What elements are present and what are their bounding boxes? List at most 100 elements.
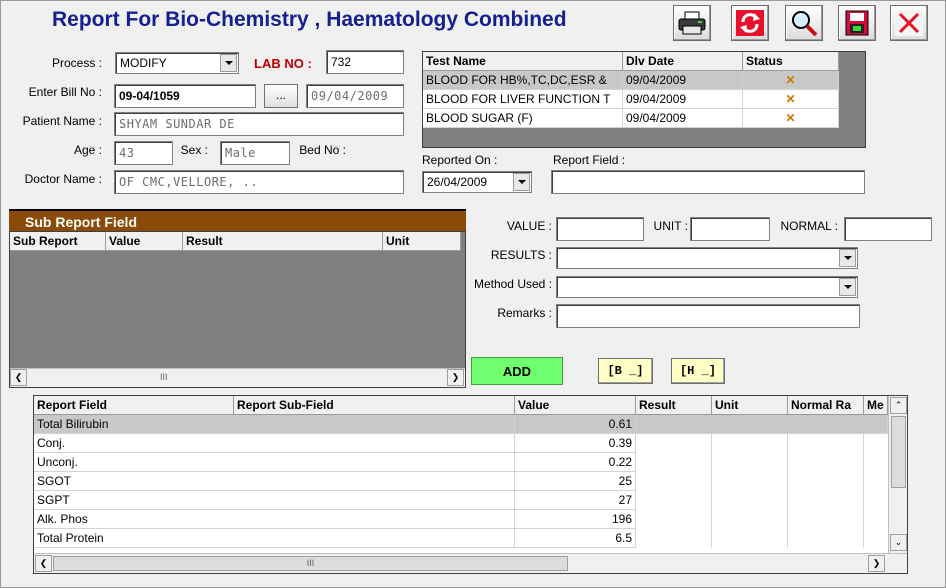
sub-report-title: Sub Report Field — [9, 209, 466, 231]
sub-col-result[interactable]: Result — [183, 232, 383, 251]
chevron-down-icon[interactable] — [220, 54, 237, 72]
report-col-normal[interactable]: Normal Ra — [788, 396, 864, 415]
report-hscrollbar[interactable]: ❮ III ❯ — [34, 553, 907, 573]
scroll-thumb[interactable] — [891, 416, 906, 488]
table-row[interactable]: Alk. Phos — [34, 510, 515, 529]
report-col-method[interactable]: Me — [864, 396, 888, 415]
table-row[interactable]: 09/04/2009 — [623, 109, 743, 128]
sub-col-subreport[interactable]: Sub Report — [10, 232, 106, 251]
table-row[interactable]: 6.5 — [515, 529, 636, 548]
add-button[interactable]: ADD — [471, 357, 563, 385]
lab-no-input[interactable]: 732 — [326, 50, 404, 74]
patient-label: Patient Name : — [22, 114, 102, 128]
table-row[interactable]: 09/04/2009 — [623, 90, 743, 109]
table-row[interactable]: BLOOD FOR HB%,TC,DC,ESR & — [423, 71, 623, 90]
report-col-unit[interactable]: Unit — [712, 396, 788, 415]
report-vscrollbar[interactable]: ⌃ ⌄ — [888, 396, 907, 553]
doctor-label: Doctor Name : — [24, 172, 102, 186]
scroll-up-icon[interactable]: ⌃ — [890, 397, 907, 414]
table-row[interactable]: 0.61 — [515, 415, 636, 434]
report-col-result[interactable]: Result — [636, 396, 712, 415]
process-select[interactable]: MODIFY — [115, 52, 239, 74]
report-grid[interactable]: Report Field Report Sub-Field Value Resu… — [33, 395, 908, 574]
h-button[interactable]: [H _] — [671, 358, 725, 384]
sex-input[interactable]: Male — [220, 141, 290, 165]
table-row[interactable]: BLOOD FOR LIVER FUNCTION T — [423, 90, 623, 109]
table-row[interactable]: BLOOD SUGAR (F) — [423, 109, 623, 128]
tests-col-status[interactable]: Status — [743, 52, 839, 71]
age-input[interactable]: 43 — [114, 141, 173, 165]
report-col-value[interactable]: Value — [515, 396, 636, 415]
table-row[interactable]: 0.22 — [515, 453, 636, 472]
browse-button[interactable]: ... — [264, 84, 298, 108]
bill-input[interactable]: 09-04/1059 — [114, 84, 256, 108]
scroll-left-icon[interactable]: ❮ — [10, 369, 27, 386]
value-input[interactable] — [556, 217, 644, 241]
table-row[interactable]: 27 — [515, 491, 636, 510]
bed-label: Bed No : — [299, 143, 346, 157]
status-x-icon[interactable]: ✕ — [743, 109, 839, 128]
page-title: Report For Bio-Chemistry , Haematology C… — [52, 8, 567, 31]
scroll-left-icon[interactable]: ❮ — [35, 555, 52, 572]
age-label: Age : — [73, 143, 102, 157]
close-icon — [895, 10, 923, 36]
table-row[interactable]: Conj. — [34, 434, 515, 453]
status-x-icon[interactable]: ✕ — [743, 90, 839, 109]
method-label: Method Used : — [473, 277, 552, 291]
status-x-icon[interactable]: ✕ — [743, 71, 839, 90]
scroll-grip[interactable]: III — [160, 372, 168, 382]
lab-no-label: LAB NO : — [254, 56, 312, 71]
chevron-down-icon[interactable] — [839, 278, 856, 296]
close-button[interactable] — [890, 5, 928, 41]
method-select[interactable] — [556, 276, 858, 298]
doctor-input[interactable]: OF CMC,VELLORE, .. — [114, 170, 404, 194]
table-row[interactable]: Total Protein — [34, 529, 515, 548]
tests-col-date[interactable]: Dlv Date — [623, 52, 743, 71]
remarks-input[interactable] — [556, 304, 860, 328]
search-button[interactable] — [785, 5, 823, 41]
chevron-down-icon[interactable] — [839, 249, 856, 267]
table-row[interactable]: 25 — [515, 472, 636, 491]
table-row[interactable] — [636, 415, 888, 434]
sub-col-unit[interactable]: Unit — [383, 232, 461, 251]
b-button[interactable]: [B _] — [598, 358, 653, 384]
table-row[interactable]: Total Bilirubin — [34, 415, 515, 434]
process-value: MODIFY — [120, 56, 167, 70]
tests-col-name[interactable]: Test Name — [423, 52, 623, 71]
normal-input[interactable] — [844, 217, 932, 241]
magnifier-icon — [792, 11, 818, 37]
report-col-subfield[interactable]: Report Sub-Field — [234, 396, 515, 415]
table-row[interactable]: SGPT — [34, 491, 515, 510]
tests-grid[interactable]: Test Name Dlv Date Status BLOOD FOR HB%,… — [422, 51, 866, 148]
report-col-field[interactable]: Report Field — [34, 396, 234, 415]
table-row[interactable]: 09/04/2009 — [623, 71, 743, 90]
unit-input[interactable] — [690, 217, 770, 241]
report-field-input[interactable] — [551, 170, 865, 194]
save-button[interactable] — [838, 5, 876, 41]
value-label: VALUE : — [506, 219, 552, 233]
scroll-right-icon[interactable]: ❯ — [868, 555, 885, 572]
scroll-right-icon[interactable]: ❯ — [447, 369, 464, 386]
results-select[interactable] — [556, 247, 858, 269]
patient-input[interactable]: SHYAM SUNDAR DE — [114, 112, 404, 136]
reported-on-select[interactable]: 26/04/2009 — [422, 171, 532, 193]
table-row[interactable]: SGOT — [34, 472, 515, 491]
sub-report-grid[interactable]: Sub Report Value Result Unit ❮ III ❯ — [9, 231, 466, 388]
sub-col-value[interactable]: Value — [106, 232, 183, 251]
print-button[interactable] — [673, 5, 711, 41]
table-row[interactable]: 196 — [515, 510, 636, 529]
table-row[interactable]: 0.39 — [515, 434, 636, 453]
scroll-thumb[interactable]: III — [53, 556, 568, 571]
sex-label: Sex : — [180, 143, 208, 157]
bill-date-input[interactable]: 09/04/2009 — [306, 84, 404, 108]
reported-on-label: Reported On : — [422, 153, 498, 167]
table-row[interactable]: Unconj. — [34, 453, 515, 472]
refresh-button[interactable] — [731, 5, 769, 41]
scroll-down-icon[interactable]: ⌄ — [890, 534, 907, 551]
col-divider — [787, 434, 788, 548]
sub-hscrollbar[interactable]: ❮ III ❯ — [10, 368, 465, 387]
bill-label: Enter Bill No : — [28, 85, 102, 99]
printer-icon — [678, 11, 706, 35]
chevron-down-icon[interactable] — [513, 173, 530, 191]
save-icon — [845, 10, 869, 36]
